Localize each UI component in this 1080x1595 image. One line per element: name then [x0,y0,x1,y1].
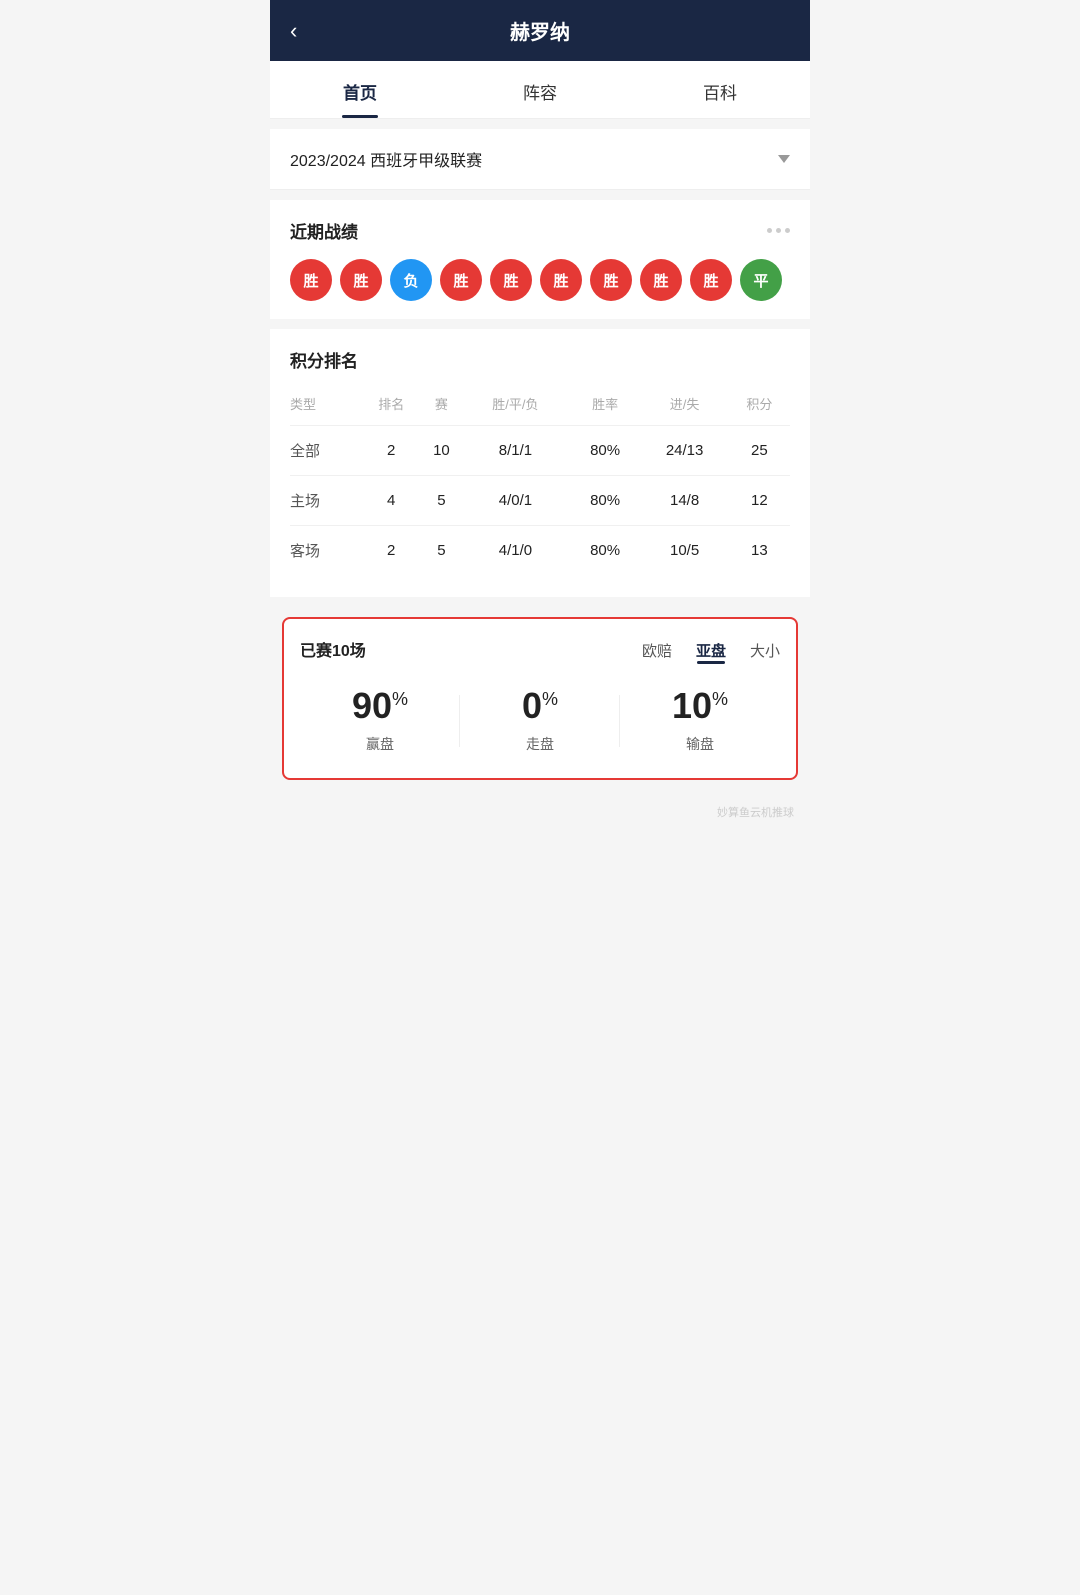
table-cell: 客场 [290,526,361,576]
table-header-cell: 类型 [290,388,361,426]
analysis-match-count: 已赛10场 [300,637,366,661]
result-badge-win: 胜 [590,259,632,301]
table-header-cell: 胜率 [570,388,641,426]
dot-icon [776,228,781,233]
results-row: 胜胜负胜胜胜胜胜胜平 [290,259,790,301]
result-badge-win: 胜 [340,259,382,301]
table-cell: 13 [729,526,790,576]
table-header-cell: 积分 [729,388,790,426]
season-text: 2023/2024 西班牙甲级联赛 [290,147,482,171]
tab-size[interactable]: 大小 [750,640,780,664]
stat-column: 10% 输盘 [620,688,780,754]
dot-icon [767,228,772,233]
table-cell: 4 [361,476,422,526]
result-badge-win: 胜 [290,259,332,301]
result-badge-draw: 平 [740,259,782,301]
table-header-row: 类型排名赛胜/平/负胜率进/失积分 [290,388,790,426]
result-badge-win: 胜 [540,259,582,301]
table-row: 全部2108/1/180%24/1325 [290,426,790,476]
result-badge-win: 胜 [490,259,532,301]
page-title: 赫罗纳 [290,16,790,45]
tab-roster[interactable]: 阵容 [450,61,630,118]
table-cell: 5 [422,476,461,526]
table-cell: 2 [361,426,422,476]
result-badge-win: 胜 [640,259,682,301]
table-cell: 80% [570,526,641,576]
table-cell: 80% [570,426,641,476]
table-cell: 14/8 [640,476,728,526]
table-cell: 主场 [290,476,361,526]
gap-1 [270,119,810,129]
table-header-cell: 排名 [361,388,422,426]
table-cell: 2 [361,526,422,576]
table-cell: 4/1/0 [461,526,570,576]
header: ‹ 赫罗纳 [270,0,810,61]
result-badge-win: 胜 [690,259,732,301]
table-cell: 24/13 [640,426,728,476]
table-header-cell: 胜/平/负 [461,388,570,426]
table-cell: 全部 [290,426,361,476]
table-cell: 5 [422,526,461,576]
analysis-box: 已赛10场 欧赔 亚盘 大小 90% 赢盘 0% 走盘 10% 输盘 [282,617,798,780]
analysis-header: 已赛10场 欧赔 亚盘 大小 [300,637,780,664]
stat-label: 赢盘 [300,734,460,754]
stat-column: 0% 走盘 [460,688,620,754]
stat-percent: 0% [460,688,620,724]
tab-home[interactable]: 首页 [270,61,450,118]
table-row: 客场254/1/080%10/513 [290,526,790,576]
stat-column: 90% 赢盘 [300,688,460,754]
table-cell: 12 [729,476,790,526]
dropdown-arrow-icon [778,155,790,163]
stat-percent: 10% [620,688,780,724]
tab-active-indicator [697,661,725,664]
standings-table: 类型排名赛胜/平/负胜率进/失积分 全部2108/1/180%24/1325主场… [290,388,790,575]
table-cell: 10/5 [640,526,728,576]
recent-results-section: 近期战绩 胜胜负胜胜胜胜胜胜平 [270,200,810,319]
gap-2 [270,190,810,200]
table-cell: 10 [422,426,461,476]
table-header-cell: 进/失 [640,388,728,426]
section-header-recent: 近期战绩 [290,218,790,243]
gap-4 [270,597,810,607]
more-options-button[interactable] [767,228,790,233]
stat-percent: 90% [300,688,460,724]
stat-label: 输盘 [620,734,780,754]
table-cell: 25 [729,426,790,476]
table-body: 全部2108/1/180%24/1325主场454/0/180%14/812客场… [290,426,790,576]
dot-icon [785,228,790,233]
tab-bar: 首页 阵容 百科 [270,61,810,119]
result-badge-win: 胜 [440,259,482,301]
season-selector[interactable]: 2023/2024 西班牙甲级联赛 [270,129,810,190]
table-row: 主场454/0/180%14/812 [290,476,790,526]
tab-wiki[interactable]: 百科 [630,61,810,118]
table-cell: 80% [570,476,641,526]
table-cell: 4/0/1 [461,476,570,526]
back-button[interactable]: ‹ [290,18,297,44]
analysis-tabs: 欧赔 亚盘 大小 [642,640,780,664]
stat-label: 走盘 [460,734,620,754]
tab-asian[interactable]: 亚盘 [696,640,726,664]
result-badge-lose: 负 [390,259,432,301]
recent-title: 近期战绩 [290,218,358,243]
standings-title: 积分排名 [290,347,790,372]
watermark: 妙算鱼云机推球 [270,800,810,828]
analysis-stats: 90% 赢盘 0% 走盘 10% 输盘 [300,688,780,754]
tab-ouodds[interactable]: 欧赔 [642,640,672,664]
table-header-cell: 赛 [422,388,461,426]
table-cell: 8/1/1 [461,426,570,476]
gap-3 [270,319,810,329]
standings-section: 积分排名 类型排名赛胜/平/负胜率进/失积分 全部2108/1/180%24/1… [270,329,810,597]
